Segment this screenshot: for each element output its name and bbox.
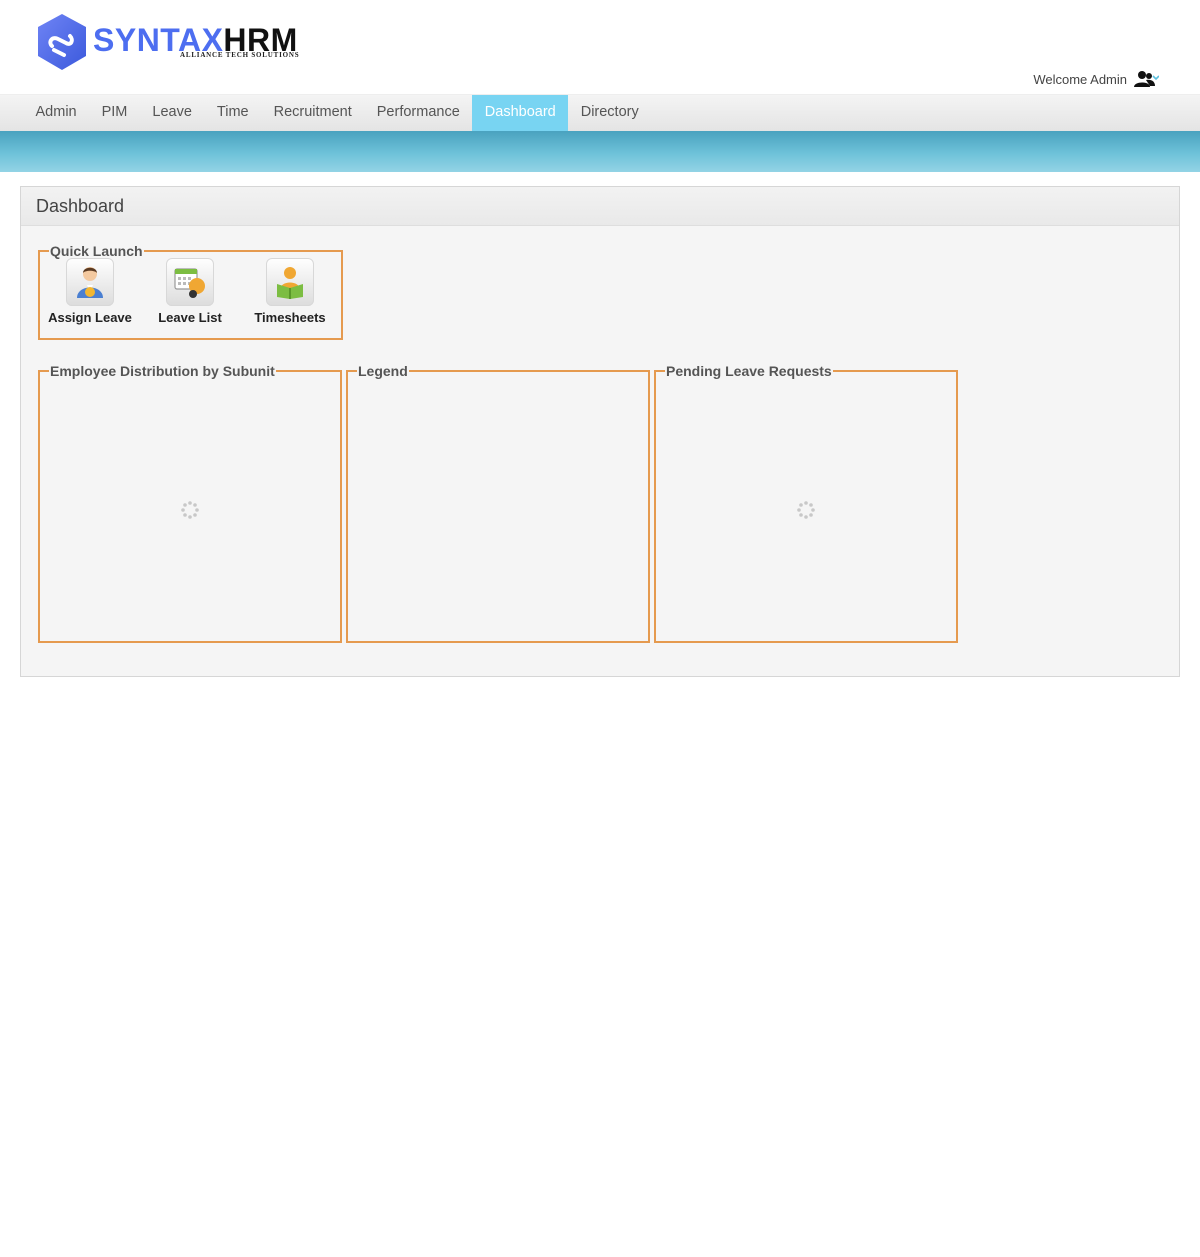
nav-item-recruitment[interactable]: Recruitment <box>261 95 364 131</box>
leave-list-label[interactable]: Leave List <box>140 310 240 325</box>
nav-item-leave[interactable]: Leave <box>140 95 205 131</box>
main-navigation: Admin PIM Leave Time Recruitment Perform… <box>0 94 1200 131</box>
nav-item-pim[interactable]: PIM <box>89 95 140 131</box>
timesheets-label[interactable]: Timesheets <box>240 310 340 325</box>
logo-tagline: ALLIANCE TECH SOLUTIONS <box>180 51 300 59</box>
banner-strip <box>0 131 1200 172</box>
dashboard-panel: Dashboard Quick Launch Assign Leave Leav… <box>20 186 1180 677</box>
nav-item-directory[interactable]: Directory <box>568 95 651 131</box>
quick-launch-legend: Quick Launch <box>50 243 143 259</box>
pending-leave-requests-widget: Pending Leave Requests <box>654 364 958 643</box>
loading-spinner-icon <box>181 500 199 519</box>
assign-leave-label[interactable]: Assign Leave <box>40 310 140 325</box>
assign-leave-icon[interactable] <box>66 258 114 306</box>
nav-item-time[interactable]: Time <box>204 95 261 131</box>
employee-distribution-widget: Employee Distribution by Subunit <box>38 364 342 643</box>
quick-launch-assign-leave[interactable]: Assign Leave <box>40 258 140 325</box>
header: SYNTAXHRM ALLIANCE TECH SOLUTIONS Welcom… <box>0 0 1200 94</box>
legend-widget-legend: Legend <box>358 363 408 379</box>
logo-hexagon-icon <box>38 14 86 70</box>
loading-spinner-icon <box>797 500 815 519</box>
nav-item-dashboard[interactable]: Dashboard <box>472 95 569 131</box>
syntaxhrm-logo[interactable]: SYNTAXHRM ALLIANCE TECH SOLUTIONS <box>34 12 299 74</box>
page-title: Dashboard <box>36 196 125 216</box>
pending-leave-requests-legend: Pending Leave Requests <box>666 363 832 379</box>
quick-launch-leave-list[interactable]: Leave List <box>140 258 240 325</box>
quick-launch-timesheets[interactable]: Timesheets <box>240 258 340 325</box>
dashboard-panel-header: Dashboard <box>21 187 1179 226</box>
legend-widget: Legend <box>346 364 650 643</box>
nav-item-performance[interactable]: Performance <box>364 95 472 131</box>
welcome-text[interactable]: Welcome Admin <box>1033 72 1127 87</box>
timesheets-icon[interactable] <box>266 258 314 306</box>
leave-list-icon[interactable] <box>166 258 214 306</box>
users-icon[interactable] <box>1133 70 1159 88</box>
welcome-menu[interactable]: Welcome Admin <box>1033 70 1159 88</box>
nav-item-admin[interactable]: Admin <box>23 95 89 131</box>
employee-distribution-legend: Employee Distribution by Subunit <box>50 363 275 379</box>
quick-launch: Quick Launch Assign Leave Leave List Tim… <box>38 244 343 340</box>
